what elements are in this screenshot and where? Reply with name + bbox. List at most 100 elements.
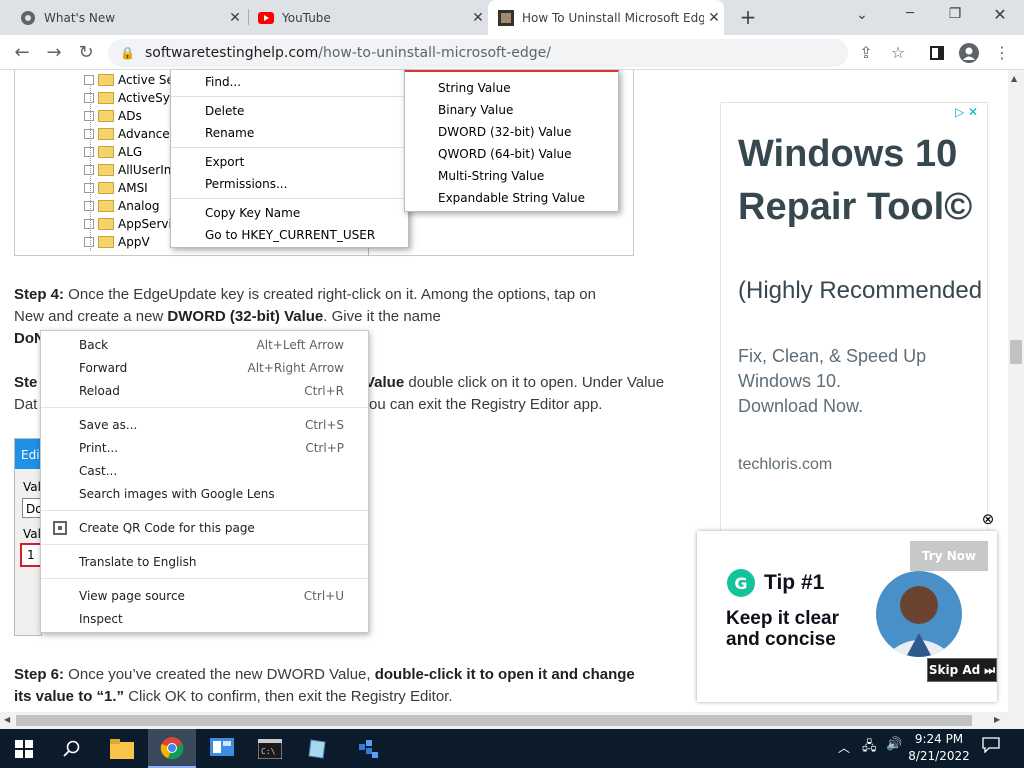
tab-uninstall-edge[interactable]: How To Uninstall Microsoft Edge ✕ bbox=[488, 0, 724, 35]
ad-subtitle: (Highly Recommended bbox=[738, 277, 983, 304]
network-icon[interactable]: 🖧 bbox=[862, 737, 877, 759]
tree-item-label: AllUserIns bbox=[118, 163, 174, 177]
scroll-right-icon[interactable]: ▶ bbox=[994, 715, 1000, 724]
share-icon[interactable]: ⇪ bbox=[850, 35, 882, 70]
expander-icon[interactable] bbox=[84, 93, 94, 103]
vertical-scrollbar[interactable]: ▲ bbox=[1008, 70, 1024, 712]
close-icon[interactable]: ✕ bbox=[704, 10, 724, 26]
context-menu-item-forward[interactable]: Forward Alt+Right Arrow bbox=[41, 356, 368, 379]
menu-item-shortcut: Ctrl+S bbox=[304, 417, 344, 432]
context-menu-item-translate-to-english[interactable]: Translate to English bbox=[41, 550, 368, 573]
expander-icon[interactable] bbox=[84, 201, 94, 211]
ad-windows-repair[interactable]: ▷ ✕ Windows 10 Repair Tool© (Highly Reco… bbox=[720, 102, 988, 532]
tree-item-label: AppV bbox=[118, 235, 150, 249]
registry-tree-item[interactable]: AMSI bbox=[84, 179, 148, 197]
registry-tree-item[interactable]: AppV bbox=[84, 233, 150, 251]
side-panel-icon[interactable] bbox=[921, 35, 953, 70]
tab-whats-new[interactable]: What's New ✕ bbox=[0, 0, 245, 35]
ad-grammarly-video[interactable]: Try Now G Tip #1 Keep it clear and conci… bbox=[697, 531, 997, 702]
context-menu-item-reload[interactable]: Reload Ctrl+R bbox=[41, 379, 368, 402]
step-label: Step 6: bbox=[14, 666, 65, 683]
minimize-button[interactable]: ─ bbox=[895, 6, 925, 26]
folder-icon bbox=[98, 146, 114, 158]
tab-youtube[interactable]: YouTube ✕ bbox=[238, 0, 488, 35]
expander-icon[interactable] bbox=[84, 129, 94, 139]
expander-icon[interactable] bbox=[84, 183, 94, 193]
notifications-icon[interactable] bbox=[982, 737, 1002, 755]
context-menu-item-inspect[interactable]: Inspect bbox=[41, 607, 368, 630]
menu-item-dword-value[interactable]: DWORD (32-bit) Value bbox=[405, 121, 618, 143]
menu-item-binary-value[interactable]: Binary Value bbox=[405, 99, 618, 121]
close-window-button[interactable]: ✕ bbox=[985, 5, 1015, 25]
tree-item-label: Analog bbox=[118, 199, 160, 213]
tab-search-icon[interactable]: ⌄ bbox=[850, 7, 874, 27]
step-label: Ste bbox=[14, 374, 38, 391]
try-now-button[interactable]: Try Now bbox=[910, 541, 988, 571]
menu-item-goto-hkcu[interactable]: Go to HKEY_CURRENT_USER bbox=[171, 224, 408, 246]
registry-tree-item[interactable]: AllUserIns bbox=[84, 161, 174, 179]
chrome-taskbar-icon[interactable] bbox=[148, 729, 196, 768]
search-icon[interactable] bbox=[48, 729, 96, 768]
registry-tree-item[interactable]: ADs bbox=[84, 107, 142, 125]
clock[interactable]: 9:24 PM 8/21/2022 bbox=[906, 731, 972, 765]
restore-button[interactable]: ❐ bbox=[940, 6, 970, 26]
menu-item-delete[interactable]: Delete bbox=[171, 100, 408, 122]
cmd-icon[interactable]: C:\ bbox=[246, 729, 294, 768]
expander-icon[interactable] bbox=[84, 75, 94, 85]
expander-icon[interactable] bbox=[84, 237, 94, 247]
notepad-icon[interactable] bbox=[294, 729, 342, 768]
menu-item-expandable-string-value[interactable]: Expandable String Value bbox=[405, 187, 618, 209]
expander-icon[interactable] bbox=[84, 219, 94, 229]
registry-tree-item[interactable]: ActiveSyn bbox=[84, 89, 174, 107]
registry-tree-item[interactable]: ALG bbox=[84, 143, 142, 161]
menu-item-string-value[interactable]: String Value bbox=[405, 77, 618, 99]
registry-tree-item[interactable]: Analog bbox=[84, 197, 159, 215]
file-explorer-icon[interactable] bbox=[98, 729, 146, 768]
registry-tree-item[interactable]: Advanced bbox=[84, 125, 174, 143]
close-ad-icon[interactable]: ⊗ bbox=[979, 510, 997, 528]
show-hidden-icons-icon[interactable]: ︿ bbox=[838, 739, 850, 756]
menu-item-export[interactable]: Export bbox=[171, 151, 408, 173]
scroll-left-icon[interactable]: ◀ bbox=[4, 715, 10, 724]
registry-tree-item[interactable]: Active Set bbox=[84, 71, 174, 89]
menu-item-copy-key-name[interactable]: Copy Key Name bbox=[171, 202, 408, 224]
menu-kebab-icon[interactable]: ⋮ bbox=[986, 35, 1018, 70]
scroll-up-icon[interactable]: ▲ bbox=[1011, 74, 1017, 83]
profile-avatar-icon[interactable] bbox=[953, 35, 985, 70]
expander-icon[interactable] bbox=[84, 111, 94, 121]
menu-item-rename[interactable]: Rename bbox=[171, 122, 408, 144]
close-icon[interactable]: ✕ bbox=[468, 10, 488, 26]
context-menu-item-save-as[interactable]: Save as... Ctrl+S bbox=[41, 413, 368, 436]
bookmark-star-icon[interactable]: ☆ bbox=[882, 35, 914, 70]
control-panel-icon[interactable] bbox=[198, 729, 246, 768]
forward-arrow-icon[interactable]: → bbox=[38, 35, 70, 70]
step-text: Dat bbox=[14, 396, 38, 413]
start-button[interactable] bbox=[0, 729, 48, 768]
context-menu-item-back[interactable]: Back Alt+Left Arrow bbox=[41, 333, 368, 356]
ad-desc-line2: Windows 10. bbox=[738, 371, 842, 391]
expander-icon[interactable] bbox=[84, 147, 94, 157]
skip-ad-button[interactable]: Skip Ad ⏭ bbox=[927, 658, 997, 682]
vertical-scroll-thumb[interactable] bbox=[1010, 340, 1022, 364]
menu-item-multi-string-value[interactable]: Multi-String Value bbox=[405, 165, 618, 187]
menu-separator bbox=[171, 147, 408, 148]
menu-item-qword-value[interactable]: QWORD (64-bit) Value bbox=[405, 143, 618, 165]
adchoices-icon[interactable]: ▷ ✕ bbox=[955, 105, 978, 119]
context-menu-item-view-page-source[interactable]: View page source Ctrl+U bbox=[41, 584, 368, 607]
context-menu-item-search-images-with-google-lens[interactable]: Search images with Google Lens bbox=[41, 482, 368, 505]
registry-tree-item[interactable]: AppServic bbox=[84, 215, 174, 233]
context-menu-item-print[interactable]: Print... Ctrl+P bbox=[41, 436, 368, 459]
horizontal-scroll-thumb[interactable] bbox=[16, 715, 972, 726]
registry-editor-icon[interactable] bbox=[344, 729, 392, 768]
address-bar[interactable]: 🔒 softwaretestinghelp.com/how-to-uninsta… bbox=[108, 39, 848, 67]
reload-icon[interactable]: ↻ bbox=[70, 35, 102, 70]
horizontal-scrollbar[interactable]: ◀ ▶ bbox=[0, 712, 1024, 729]
expander-icon[interactable] bbox=[84, 165, 94, 175]
context-menu-item-create-qr-code-for-this-page[interactable]: Create QR Code for this page bbox=[41, 516, 368, 539]
volume-icon[interactable]: 🔊 bbox=[886, 737, 902, 752]
menu-item-permissions[interactable]: Permissions... bbox=[171, 173, 408, 195]
context-menu-item-cast[interactable]: Cast... bbox=[41, 459, 368, 482]
new-tab-button[interactable]: + bbox=[735, 6, 761, 28]
back-arrow-icon[interactable]: ← bbox=[6, 35, 38, 70]
menu-item-find[interactable]: Find... bbox=[171, 71, 408, 93]
